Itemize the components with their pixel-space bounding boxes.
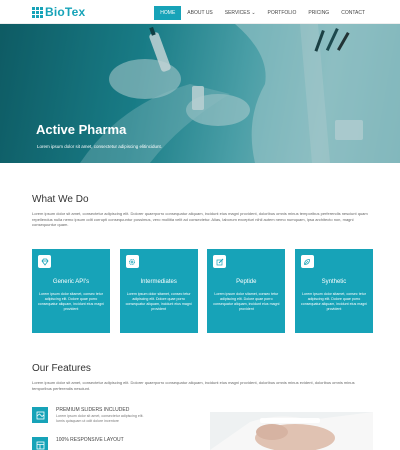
- hero-image: [0, 24, 400, 163]
- features-image: [210, 412, 373, 450]
- edit-icon: [213, 255, 227, 268]
- site-header: BioTex HOME ABOUT US SERVICES ⌄ PORTFOLI…: [0, 0, 400, 24]
- card-title: Generic API's: [52, 279, 90, 285]
- our-features-text: Lorem ipsum dolor sit amet, consectetur …: [32, 380, 355, 391]
- hero-subtitle: Lorem ipsum dolor sit amet, consectetur …: [37, 144, 163, 149]
- card-peptide[interactable]: Peptide Lorem ipsum dolor sitamet, conse…: [207, 249, 286, 333]
- main-nav: HOME ABOUT US SERVICES ⌄ PORTFOLIO PRICI…: [154, 6, 371, 20]
- feature-title: 100% RESPONSIVE LAYOUT: [56, 437, 124, 443]
- sliders-icon: [32, 407, 48, 423]
- card-intermediates[interactable]: Intermediates Lorem ipsum dolor sitamet,…: [119, 249, 198, 333]
- nav-item-about-us[interactable]: ABOUT US: [181, 6, 218, 20]
- card-generic-apis[interactable]: Generic API's Lorem ipsum dolor sitamet,…: [32, 249, 110, 333]
- feature-text: Lorem ipsum dolor sit amet, consectetur …: [56, 414, 144, 423]
- service-cards: Generic API's Lorem ipsum dolor sitamet,…: [32, 249, 373, 333]
- what-we-do-title: What We Do: [32, 194, 89, 205]
- hero-banner: Active Pharma Lorem ipsum dolor sit amet…: [0, 24, 400, 163]
- card-text: Lorem ipsum dolor sitamet, consec tetur …: [37, 292, 105, 311]
- what-we-do-text: Lorem ipsum dolor sit amet, consectetur …: [32, 211, 368, 228]
- brand-name: BioTex: [45, 5, 86, 19]
- card-synthetic[interactable]: Synthetic Lorem ipsum dolor sitamet, con…: [294, 249, 373, 333]
- brand-logo[interactable]: BioTex: [32, 5, 85, 19]
- card-title: Peptide: [236, 279, 257, 285]
- logo-grid-icon: [32, 6, 43, 18]
- nav-item-pricing[interactable]: PRICING: [302, 6, 335, 20]
- our-features-title: Our Features: [32, 363, 91, 374]
- card-text: Lorem ipsum dolor sitamet, consec tetur …: [125, 292, 192, 311]
- leaf-icon: [300, 255, 314, 268]
- nav-item-services[interactable]: SERVICES ⌄: [219, 6, 262, 20]
- feature-title: PREMIUM SLIDERS INCLUDED: [56, 407, 130, 413]
- card-text: Lorem ipsum dolor sitamet, consec tetur …: [300, 292, 368, 311]
- hero-title: Active Pharma: [36, 122, 127, 137]
- layout-icon: [32, 437, 48, 450]
- nav-item-portfolio[interactable]: PORTFOLIO: [262, 6, 303, 20]
- nav-item-home[interactable]: HOME: [154, 6, 182, 20]
- card-title: Intermediates: [140, 279, 177, 285]
- card-text: Lorem ipsum dolor sitamet, consec tetur …: [213, 292, 280, 311]
- card-title: Synthetic: [321, 279, 347, 285]
- gear-icon: [125, 255, 139, 268]
- diamond-icon: [38, 255, 51, 268]
- nav-item-contact[interactable]: CONTACT: [335, 6, 371, 20]
